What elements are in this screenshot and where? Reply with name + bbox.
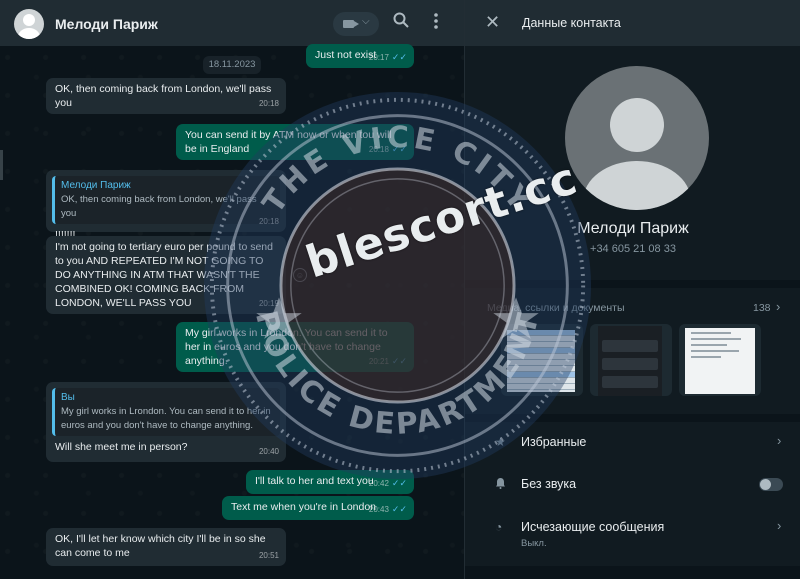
more-menu-icon[interactable] xyxy=(425,12,447,34)
quoted-message[interactable]: Вы My girl works in Lrondon. You can sen… xyxy=(52,388,280,436)
timer-icon: ◔ xyxy=(495,520,503,534)
read-ticks-icon: ✓✓ xyxy=(391,52,407,62)
emoji-react-icon[interactable]: ☺ xyxy=(293,268,307,282)
chevron-right-icon: › xyxy=(777,518,782,533)
option-label: Исчезающие сообщения xyxy=(521,520,665,534)
app-screenshot-thumbnail xyxy=(598,326,662,396)
quote-text: My girl works in Lrondon. You can send i… xyxy=(61,406,271,431)
quoted-message[interactable]: Мелоди Париж OK, then coming back from L… xyxy=(52,176,280,224)
divider xyxy=(465,414,800,422)
message-time: 20:51 xyxy=(258,551,279,560)
spreadsheet-thumbnail xyxy=(507,330,575,392)
media-thumbnail[interactable] xyxy=(501,324,583,396)
message-time: 20:42 ✓✓ xyxy=(368,478,407,488)
contact-info-panel: ✕ Данные контакта Мелоди Париж +34 605 2… xyxy=(464,0,800,579)
option-sublabel: Выкл. xyxy=(521,538,547,549)
bell-icon xyxy=(495,477,506,492)
read-ticks-icon: ✓✓ xyxy=(391,144,407,154)
chat-header[interactable]: Мелоди Париж ⌵ xyxy=(0,0,464,46)
read-ticks-icon: ✓✓ xyxy=(391,504,407,514)
message-time: 20:21 ✓✓ xyxy=(368,356,407,366)
message-time: 20:40 xyxy=(258,447,279,456)
media-count[interactable]: 138 xyxy=(753,302,771,314)
panel-title: Данные контакта xyxy=(522,16,621,30)
message-time: 20:18 xyxy=(258,99,279,108)
search-icon[interactable] xyxy=(390,12,412,34)
media-thumbnail[interactable] xyxy=(590,324,672,396)
message-text: I'm not going to tertiary euro per pound… xyxy=(55,241,273,309)
message-time: 20:18 ✓✓ xyxy=(368,144,407,154)
video-call-icon xyxy=(343,20,359,28)
date-chip: 18.11.2023 xyxy=(203,56,261,74)
message-incoming-reply[interactable]: Вы My girl works in Lrondon. You can sen… xyxy=(46,382,286,462)
divider xyxy=(465,566,800,579)
contact-name[interactable]: Мелоди Париж xyxy=(55,16,158,32)
profile-avatar[interactable] xyxy=(565,66,709,210)
quote-author: Мелоди Париж xyxy=(61,180,131,191)
option-label: Без звука xyxy=(521,477,577,491)
message-outgoing[interactable]: Text me when you're in London 20:43 ✓✓ xyxy=(222,496,414,520)
mute-toggle[interactable] xyxy=(759,478,783,491)
read-ticks-icon: ✓✓ xyxy=(391,356,407,366)
document-thumbnail xyxy=(685,328,755,394)
option-label: Избранные xyxy=(521,435,587,449)
message-time: 20:17 ✓✓ xyxy=(368,52,407,62)
message-time: 20:18 xyxy=(258,217,279,226)
mute-option[interactable]: Без звука xyxy=(465,464,800,504)
message-incoming[interactable]: I'm not going to tertiary euro per pound… xyxy=(46,236,286,314)
chat-pane: Мелоди Париж ⌵ Just not exist 20:17 ✓✓ 18… xyxy=(0,0,464,579)
divider xyxy=(465,280,800,288)
message-outgoing[interactable]: Just not exist 20:17 ✓✓ xyxy=(306,44,414,68)
message-outgoing[interactable]: My girl works in Lrondon. You can send i… xyxy=(176,322,414,372)
message-time: 20:43 ✓✓ xyxy=(368,504,407,514)
read-ticks-icon: ✓✓ xyxy=(391,478,407,488)
message-text: OK, then coming back from London, we'll … xyxy=(55,83,272,109)
avatar[interactable] xyxy=(14,9,44,39)
message-incoming[interactable]: OK, I'll let her know which city I'll be… xyxy=(46,528,286,566)
chevron-right-icon: › xyxy=(777,433,782,448)
message-time: 20:19 xyxy=(258,299,279,308)
media-section-label[interactable]: Медиа, ссылки и документы xyxy=(487,302,625,314)
favorites-option[interactable]: ★ Избранные › xyxy=(465,422,800,462)
profile-name: Мелоди Париж xyxy=(577,220,689,237)
media-thumbnail[interactable] xyxy=(679,324,761,396)
disappearing-messages-option[interactable]: ◔ Исчезающие сообщения Выкл. › xyxy=(465,506,800,556)
message-text: OK, I'll let her know which city I'll be… xyxy=(55,533,266,559)
video-call-button[interactable]: ⌵ xyxy=(333,12,379,36)
message-incoming-reply[interactable]: Мелоди Париж OK, then coming back from L… xyxy=(46,170,286,241)
quote-author: Вы xyxy=(61,392,75,403)
message-outgoing[interactable]: You can send it by ATM now or when tou w… xyxy=(176,124,414,160)
star-icon: ★ xyxy=(495,435,506,449)
message-incoming[interactable]: OK, then coming back from London, we'll … xyxy=(46,78,286,114)
message-outgoing[interactable]: I'll talk to her and text you 20:42 ✓✓ xyxy=(246,470,414,494)
panel-header: ✕ Данные контакта xyxy=(465,0,800,46)
close-icon[interactable]: ✕ xyxy=(485,12,500,33)
message-text: Will she meet me in person? xyxy=(55,441,188,453)
chevron-right-icon[interactable]: › xyxy=(776,299,780,314)
quote-text: OK, then coming back from London, we'll … xyxy=(61,194,257,219)
profile-phone: +34 605 21 08 33 xyxy=(590,243,676,255)
scrollbar[interactable] xyxy=(0,150,3,180)
chevron-down-icon: ⌵ xyxy=(362,16,370,27)
